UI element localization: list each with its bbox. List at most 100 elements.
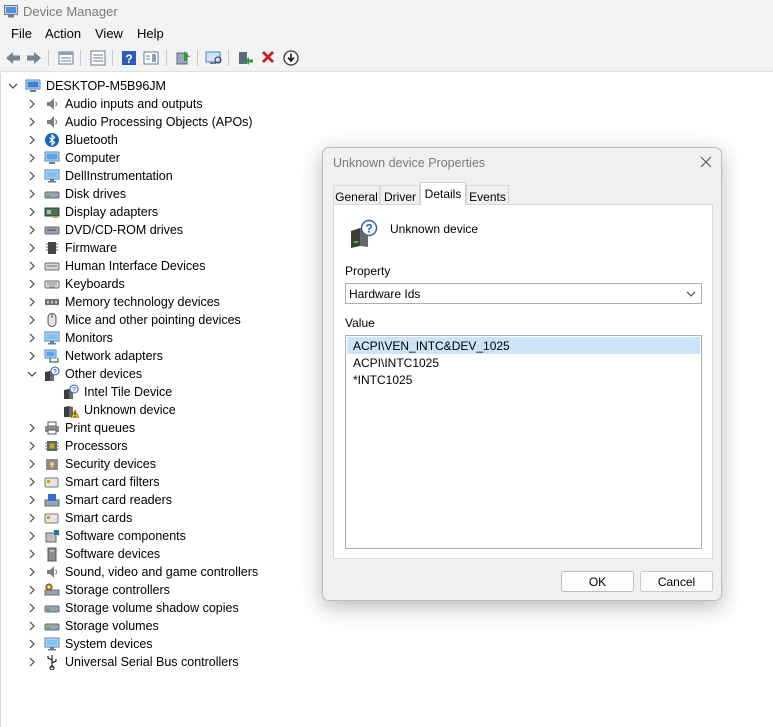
chevron-right-icon[interactable] (26, 278, 38, 290)
show-hide-console-tree-icon[interactable] (89, 49, 107, 67)
tree-row[interactable]: Computer (1, 149, 301, 167)
tree-row[interactable]: ? Other devices (1, 365, 301, 383)
scan-hardware-icon[interactable] (205, 49, 223, 67)
chevron-right-icon[interactable] (26, 260, 38, 272)
tree-root-label: DESKTOP-M5B96JM (46, 79, 166, 93)
tree-category-label: Audio Processing Objects (APOs) (65, 115, 253, 129)
tree-row[interactable]: DVD/CD-ROM drives (1, 221, 301, 239)
value-list-item[interactable]: ACPI\VEN_INTC&DEV_1025 (347, 337, 700, 354)
tree-row[interactable]: DellInstrumentation (1, 167, 301, 185)
chevron-right-icon[interactable] (26, 224, 38, 236)
tree-row[interactable]: Monitors (1, 329, 301, 347)
tree-row[interactable]: Audio Processing Objects (APOs) (1, 113, 301, 131)
chevron-down-icon[interactable] (7, 80, 19, 92)
tree-row[interactable]: ? Intel Tile Device (1, 383, 301, 401)
value-list-item[interactable]: *INTC1025 (347, 371, 700, 388)
chevron-right-icon[interactable] (26, 296, 38, 308)
chevron-right-icon[interactable] (26, 566, 38, 578)
tree-row[interactable]: Processors (1, 437, 301, 455)
chevron-right-icon[interactable] (26, 476, 38, 488)
chevron-right-icon[interactable] (26, 512, 38, 524)
chevron-right-icon[interactable] (26, 458, 38, 470)
monitor-icon (44, 637, 60, 651)
chevron-down-icon[interactable] (26, 368, 38, 380)
tree-row[interactable]: Software components (1, 527, 301, 545)
forward-arrow-icon[interactable] (25, 49, 43, 67)
menu-file[interactable]: File (10, 26, 33, 41)
chevron-right-icon[interactable] (26, 332, 38, 344)
tree-row[interactable]: Sound, video and game controllers (1, 563, 301, 581)
cancel-button[interactable]: Cancel (640, 571, 713, 592)
tree-row[interactable]: Print queues (1, 419, 301, 437)
chevron-right-icon[interactable] (26, 350, 38, 362)
chevron-right-icon[interactable] (26, 314, 38, 326)
close-icon[interactable] (699, 155, 713, 169)
tree-row[interactable]: Display adapters (1, 203, 301, 221)
tree-row[interactable]: Mice and other pointing devices (1, 311, 301, 329)
tree-row[interactable]: Network adapters (1, 347, 301, 365)
tree-row[interactable]: Universal Serial Bus controllers (1, 653, 301, 671)
tab-details[interactable]: Details (420, 182, 466, 205)
chevron-right-icon[interactable] (26, 206, 38, 218)
chevron-right-icon[interactable] (26, 242, 38, 254)
tree-row[interactable]: DESKTOP-M5B96JM (1, 77, 301, 95)
chevron-right-icon[interactable] (26, 602, 38, 614)
tree-row[interactable]: Storage volumes (1, 617, 301, 635)
chevron-right-icon[interactable] (26, 584, 38, 596)
properties-list-icon[interactable] (57, 49, 75, 67)
tab-general[interactable]: General (333, 185, 380, 205)
tree-row[interactable]: Smart card filters (1, 473, 301, 491)
value-list-item[interactable]: ACPI\INTC1025 (347, 354, 700, 371)
tree-category-label: Smart card readers (65, 493, 172, 507)
menu-help[interactable]: Help (136, 26, 165, 41)
storage-controller-icon (44, 583, 60, 596)
tree-row[interactable]: Unknown device (1, 401, 301, 419)
chevron-right-icon[interactable] (26, 494, 38, 506)
disk-drive-icon (44, 623, 60, 631)
tree-row[interactable]: Storage controllers (1, 581, 301, 599)
menu-action[interactable]: Action (44, 26, 82, 41)
back-arrow-icon[interactable] (4, 49, 22, 67)
svg-text:?: ? (72, 387, 76, 394)
tree-row[interactable]: Memory technology devices (1, 293, 301, 311)
chevron-right-icon[interactable] (26, 170, 38, 182)
chevron-right-icon[interactable] (26, 620, 38, 632)
tree-row[interactable]: Security devices (1, 455, 301, 473)
chevron-right-icon[interactable] (26, 422, 38, 434)
tree-row[interactable]: Software devices (1, 545, 301, 563)
chevron-right-icon[interactable] (26, 152, 38, 164)
tree-row[interactable]: Human Interface Devices (1, 257, 301, 275)
ok-button[interactable]: OK (561, 571, 634, 592)
tree-row[interactable]: Storage volume shadow copies (1, 599, 301, 617)
tree-row[interactable]: Smart cards (1, 509, 301, 527)
chevron-right-icon[interactable] (26, 98, 38, 110)
update-driver-icon[interactable] (174, 49, 192, 67)
download-icon[interactable] (282, 49, 300, 67)
tree-row[interactable]: Bluetooth (1, 131, 301, 149)
chevron-right-icon[interactable] (26, 548, 38, 560)
chevron-right-icon[interactable] (26, 134, 38, 146)
tree-row[interactable]: Audio inputs and outputs (1, 95, 301, 113)
speaker-icon (47, 98, 58, 110)
help-icon[interactable]: ? (120, 49, 138, 67)
tree-row[interactable]: Disk drives (1, 185, 301, 203)
chevron-right-icon[interactable] (26, 638, 38, 650)
action-pane-icon[interactable] (142, 49, 160, 67)
tab-events[interactable]: Events (466, 185, 509, 205)
tree-category-label: Processors (65, 439, 128, 453)
chevron-right-icon[interactable] (26, 116, 38, 128)
tree-row[interactable]: Smart card readers (1, 491, 301, 509)
chevron-right-icon[interactable] (26, 530, 38, 542)
tree-row[interactable]: Keyboards (1, 275, 301, 293)
menu-view[interactable]: View (94, 26, 124, 41)
chevron-right-icon[interactable] (26, 656, 38, 668)
property-dropdown[interactable]: Hardware Ids (345, 283, 702, 304)
chevron-right-icon[interactable] (26, 440, 38, 452)
tree-row[interactable]: Firmware (1, 239, 301, 257)
enable-device-icon[interactable] (236, 49, 254, 67)
tab-driver[interactable]: Driver (380, 185, 420, 205)
chevron-right-icon[interactable] (26, 188, 38, 200)
uninstall-icon[interactable] (259, 49, 277, 67)
tree-category-label: Other devices (65, 367, 143, 381)
tree-row[interactable]: System devices (1, 635, 301, 653)
